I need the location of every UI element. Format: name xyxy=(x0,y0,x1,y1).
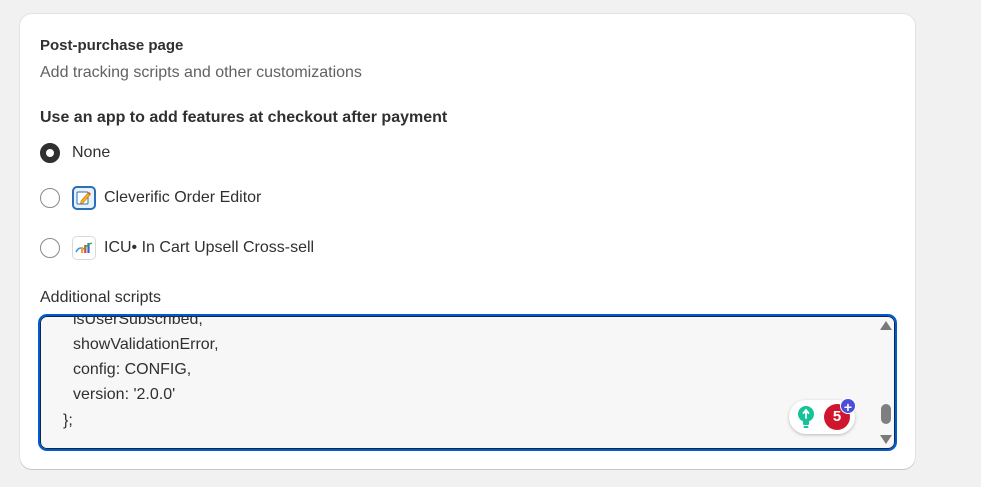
code-line: version: '2.0.0' xyxy=(73,386,176,403)
option-cleverific-order-editor[interactable]: Cleverific Order Editor xyxy=(40,185,261,211)
option-label: ICU• In Cart Upsell Cross-sell xyxy=(104,239,315,256)
option-icu-in-cart-upsell[interactable]: ICU• In Cart Upsell Cross-sell xyxy=(40,235,314,261)
additional-scripts-label: Additional scripts xyxy=(40,289,161,306)
code-line: }; xyxy=(63,412,73,429)
additional-scripts-textarea[interactable]: isUserSubscribed, showValidationError, c… xyxy=(39,315,896,450)
radio-cleverific[interactable] xyxy=(40,188,60,208)
option-none[interactable]: None xyxy=(40,140,110,166)
script-content[interactable]: isUserSubscribed, showValidationError, c… xyxy=(40,315,820,449)
plus-icon: + xyxy=(840,398,856,415)
code-line: isUserSubscribed, xyxy=(73,315,203,328)
code-line: config: CONFIG, xyxy=(73,361,192,378)
section-title: Post-purchase page xyxy=(40,37,184,54)
icu-app-icon xyxy=(72,236,96,260)
section-subtitle: Add tracking scripts and other customiza… xyxy=(40,64,362,81)
scroll-up-arrow-icon[interactable] xyxy=(880,321,892,330)
option-label: Cleverific Order Editor xyxy=(104,189,262,206)
app-question-heading: Use an app to add features at checkout a… xyxy=(40,109,448,126)
option-label: None xyxy=(72,144,111,161)
code-line: showValidationError, xyxy=(73,336,219,353)
radio-icu[interactable] xyxy=(40,238,60,258)
radio-none[interactable] xyxy=(40,143,60,163)
textarea-scrollbar[interactable] xyxy=(879,318,893,447)
grammarly-widget[interactable]: 5 + xyxy=(789,398,856,434)
scroll-down-arrow-icon[interactable] xyxy=(880,435,892,444)
post-purchase-card: Post-purchase page Add tracking scripts … xyxy=(20,14,915,469)
scroll-thumb[interactable] xyxy=(881,404,891,424)
lightbulb-icon xyxy=(798,406,814,428)
cleverific-app-icon xyxy=(72,186,96,210)
